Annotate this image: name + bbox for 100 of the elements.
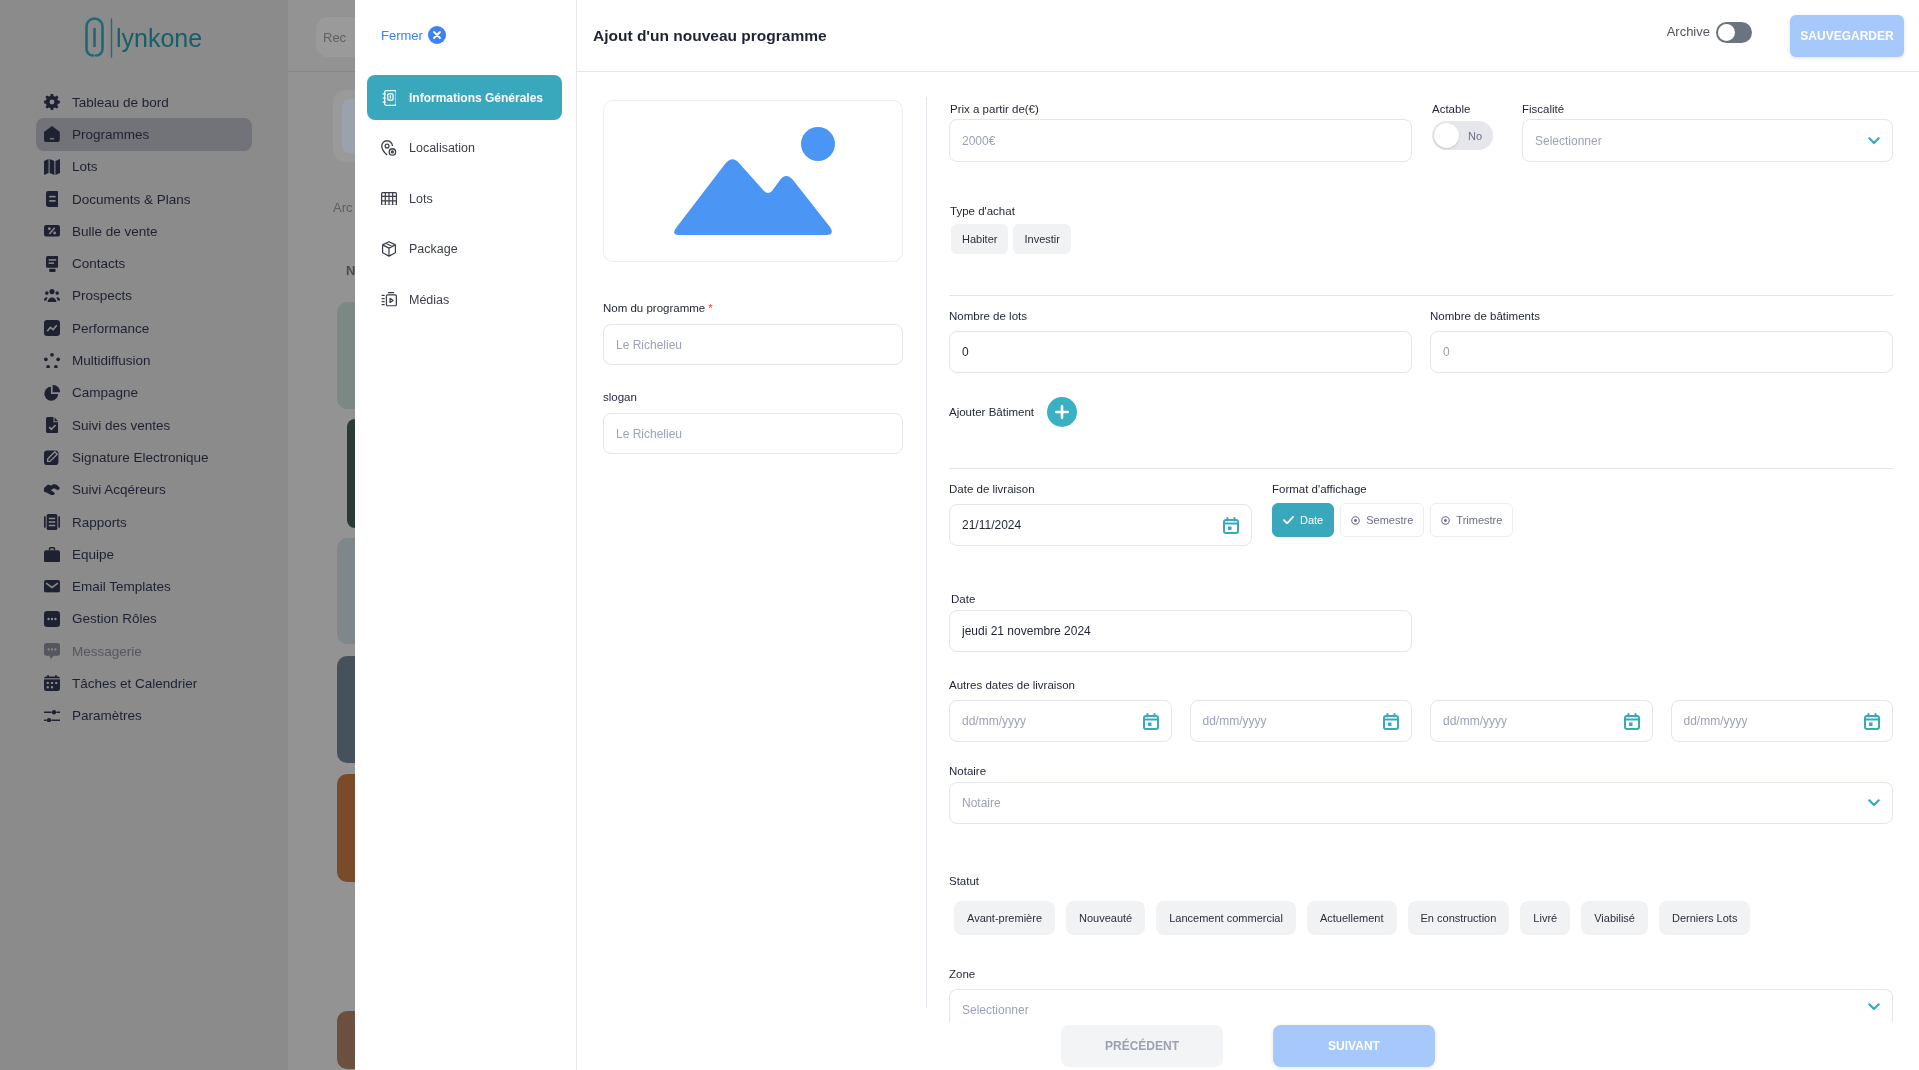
- select-field[interactable]: Selectionner: [1522, 119, 1893, 162]
- status-chip[interactable]: Derniers Lots: [1659, 901, 1751, 935]
- section-tab[interactable]: Informations Générales: [367, 75, 562, 120]
- sidebar-item[interactable]: Contacts: [36, 247, 252, 280]
- sidebar-item[interactable]: Suivi Acqéreurs: [36, 473, 252, 506]
- date-field[interactable]: 21/11/2024: [949, 504, 1252, 546]
- purchase-type-chip[interactable]: Investir: [1013, 224, 1071, 254]
- page-title: Ajout d'un nouveau programme: [593, 26, 828, 45]
- handshake-icon: [44, 484, 60, 496]
- required-mark: *: [708, 301, 713, 315]
- grid-icon: [381, 191, 397, 206]
- sidebar-item[interactable]: Tableau de bord: [36, 86, 252, 119]
- house-icon: [44, 126, 60, 143]
- field-label: Statut: [949, 874, 980, 888]
- chart-icon: [44, 320, 60, 337]
- archive-label: Archive: [1666, 24, 1710, 39]
- calendar-icon: [44, 675, 60, 692]
- media-icon: [381, 292, 397, 307]
- section-tab[interactable]: Médias: [367, 277, 562, 322]
- notebook-icon: [381, 89, 397, 106]
- sidebar-item[interactable]: Performance: [36, 312, 252, 345]
- document-icon: [45, 191, 59, 208]
- status-chip[interactable]: En construction: [1407, 901, 1510, 935]
- plus-icon: [1055, 405, 1069, 419]
- sidebar-item[interactable]: Gestion Rôles: [36, 602, 252, 636]
- sidebar-item[interactable]: Prospects: [36, 279, 252, 313]
- status-chip[interactable]: Viabilisé: [1581, 901, 1648, 935]
- sidebar-item[interactable]: Programmes: [36, 118, 252, 151]
- text-input[interactable]: Le Richelieu: [603, 413, 903, 454]
- select-field[interactable]: Selectionner: [949, 989, 1893, 1022]
- text-input[interactable]: 2000€: [949, 119, 1412, 162]
- image-upload-card[interactable]: [603, 100, 903, 262]
- image-icon: [671, 127, 835, 235]
- format-option[interactable]: Trimestre: [1430, 503, 1514, 537]
- people-icon: [44, 289, 60, 303]
- paperclip-logo-icon: [85, 17, 113, 59]
- sidebar-item[interactable]: Signature Electronique: [36, 441, 252, 474]
- text-input[interactable]: 0: [949, 331, 1412, 373]
- sidebar-item[interactable]: Paramètres: [36, 699, 252, 732]
- field-label: Nombre de bâtiments: [1430, 309, 1540, 323]
- calendar-icon: [1223, 516, 1239, 534]
- map-pin-icon: [381, 140, 397, 156]
- field-label: Format d'affichage: [1272, 482, 1367, 496]
- close-icon: [427, 26, 446, 44]
- file-check-icon: [45, 417, 59, 434]
- sidebar-item[interactable]: Tâches et Calendrier: [36, 667, 252, 700]
- text-input[interactable]: jeudi 21 novembre 2024: [949, 610, 1412, 652]
- date-field[interactable]: dd/mm/yyyy: [1670, 700, 1893, 742]
- archive-toggle[interactable]: [1716, 22, 1752, 43]
- dots-square-icon: [44, 610, 60, 627]
- monitor-icon: [45, 255, 59, 272]
- sidebar-item[interactable]: Campagne: [36, 376, 252, 409]
- field-label: Date: [951, 592, 976, 606]
- chevron-down-icon: [1868, 136, 1880, 145]
- check-icon: [1283, 515, 1294, 525]
- gear-icon: [44, 94, 60, 111]
- chat-bubble-icon: [44, 643, 60, 660]
- percent-tag-icon: [44, 225, 60, 238]
- add-building-button[interactable]: [1047, 397, 1077, 427]
- section-tab[interactable]: Lots: [367, 176, 562, 221]
- field-label: Zone: [949, 967, 976, 981]
- sidebar-item[interactable]: Equipe: [36, 538, 252, 571]
- calendar-icon: [1864, 712, 1880, 730]
- envelope-icon: [44, 580, 60, 593]
- field-label: Autres dates de livraison: [949, 678, 1075, 692]
- text-input[interactable]: Le Richelieu: [603, 324, 903, 365]
- status-chip[interactable]: Nouveauté: [1066, 901, 1146, 935]
- status-chip[interactable]: Avant-première: [954, 901, 1055, 935]
- text-input[interactable]: 0: [1430, 331, 1893, 373]
- select-field[interactable]: Notaire: [949, 782, 1893, 824]
- format-option[interactable]: Semestre: [1340, 503, 1425, 537]
- report-icon: [44, 514, 60, 530]
- date-field[interactable]: dd/mm/yyyy: [1189, 700, 1412, 742]
- format-option[interactable]: Date: [1272, 503, 1335, 537]
- sidebar-item[interactable]: Rapports: [36, 505, 252, 539]
- date-field[interactable]: dd/mm/yyyy: [949, 700, 1172, 742]
- section-tab[interactable]: Package: [367, 226, 562, 272]
- close-button[interactable]: Fermer: [381, 26, 446, 44]
- sliders-icon: [44, 709, 60, 722]
- status-chip[interactable]: Actuellement: [1306, 901, 1397, 935]
- sidebar-item[interactable]: Suivi des ventes: [36, 408, 252, 442]
- sidebar-item[interactable]: Lots: [36, 150, 252, 183]
- field-label: Nom du programme: [603, 301, 706, 315]
- field-label: Notaire: [949, 764, 987, 778]
- sidebar-item[interactable]: Multidiffusion: [36, 344, 252, 377]
- chevron-down-icon: [1868, 799, 1880, 807]
- edit-icon: [44, 449, 60, 466]
- section-tab[interactable]: Localisation: [367, 125, 562, 171]
- purchase-type-chip[interactable]: Habiter: [951, 224, 1009, 254]
- date-field[interactable]: dd/mm/yyyy: [1430, 700, 1653, 742]
- actable-toggle[interactable]: No: [1432, 121, 1493, 150]
- calendar-icon: [1383, 712, 1399, 730]
- dots-ring-icon: [44, 352, 60, 369]
- sidebar-item[interactable]: Documents & Plans: [36, 182, 252, 216]
- field-label: Fiscalité: [1522, 102, 1565, 116]
- status-chip[interactable]: Lancement commercial: [1156, 901, 1296, 935]
- field-label: Date de livraison: [949, 482, 1035, 496]
- sidebar-item[interactable]: Email Templates: [36, 570, 252, 603]
- status-chip[interactable]: Livré: [1520, 901, 1571, 935]
- sidebar-item[interactable]: Bulle de vente: [36, 215, 252, 248]
